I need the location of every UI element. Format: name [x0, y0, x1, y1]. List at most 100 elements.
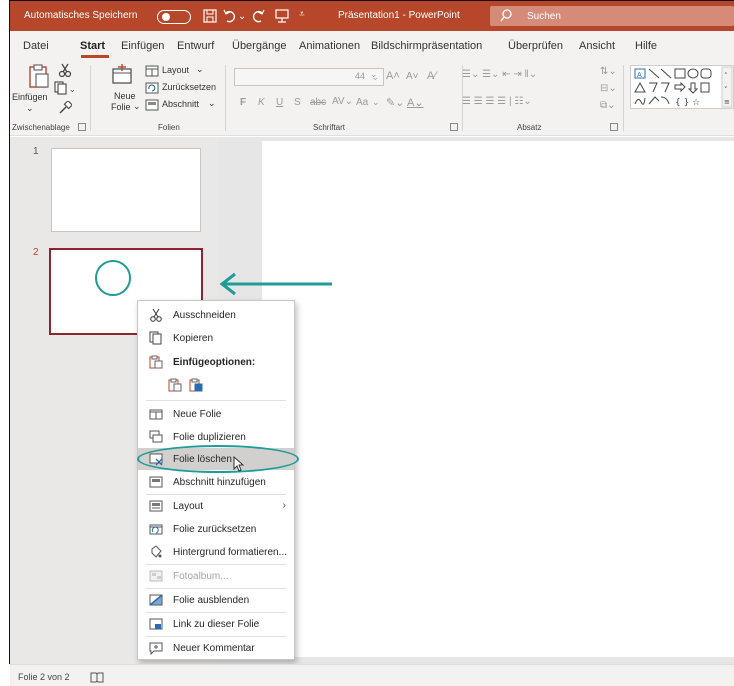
paste-label[interactable]: Einfügen [12, 92, 48, 102]
bold-button[interactable]: F [240, 97, 246, 108]
layout-label[interactable]: Layout [162, 65, 189, 75]
align-text-icon[interactable]: ⊟⌄ [600, 83, 617, 94]
format-painter-icon[interactable] [58, 99, 74, 120]
redo-icon[interactable] [250, 7, 266, 25]
menu-item-add-section[interactable]: Abschnitt hinzufügen [138, 471, 294, 493]
italic-button[interactable]: K [258, 97, 265, 108]
presentation-icon[interactable] [274, 7, 290, 25]
paste-icon[interactable] [26, 63, 52, 94]
frame-border [9, 0, 10, 664]
font-dialog-launcher[interactable] [450, 123, 458, 131]
tab-ueberpruefen[interactable]: Überprüfen [508, 40, 563, 52]
tab-datei[interactable]: Datei [23, 40, 49, 52]
accessibility-icon[interactable] [90, 670, 104, 686]
cut-icon[interactable] [58, 63, 72, 82]
shapes-gallery[interactable]: A { } ☆ ˄ ˅ ≡ [630, 65, 734, 109]
tab-einfuegen[interactable]: Einfügen [121, 40, 164, 52]
menu-label-hide-slide: Folie ausblenden [173, 595, 250, 606]
menu-item-link-slide[interactable]: Link zu dieser Folie [138, 613, 294, 635]
svg-text:˄: ˄ [724, 72, 728, 80]
save-icon[interactable] [202, 7, 218, 25]
paste-keep-format-icon[interactable] [168, 378, 182, 392]
menu-item-layout[interactable]: Layout › [138, 495, 294, 517]
tab-entwurf[interactable]: Entwurf [177, 40, 214, 52]
format-background-icon [149, 545, 163, 559]
menu-label-layout: Layout [173, 501, 204, 512]
underline-button[interactable]: U [276, 97, 283, 108]
mouse-cursor-icon [233, 456, 245, 472]
undo-dropdown-icon[interactable]: ⌄ [238, 11, 246, 22]
section-label[interactable]: Abschnitt [162, 99, 199, 109]
paste-icon [149, 355, 163, 369]
menu-label-cut: Ausschneiden [173, 310, 236, 321]
slide-canvas[interactable] [262, 141, 734, 657]
tab-bildschirmpraesentation[interactable]: Bildschirmpräsentation [371, 40, 482, 52]
tab-animationen[interactable]: Animationen [299, 40, 360, 52]
search-box[interactable]: Suchen [490, 6, 734, 26]
new-slide-icon[interactable] [110, 63, 134, 92]
tab-ansicht[interactable]: Ansicht [579, 40, 615, 52]
layout-dropdown-icon[interactable]: ⌄ [196, 64, 204, 75]
copy-icon[interactable]: ⌄ [54, 81, 76, 100]
clear-formatting-icon[interactable]: A⁄ [427, 70, 436, 82]
context-menu: Ausschneiden Kopieren Einfügeoptionen: N… [137, 300, 295, 660]
undo-icon[interactable] [222, 7, 238, 25]
toggle-knob [162, 13, 170, 21]
tab-uebergaenge[interactable]: Übergänge [232, 40, 286, 52]
autosave-toggle[interactable] [157, 10, 191, 24]
reset-slide-icon [149, 522, 163, 536]
shadow-button[interactable]: S [294, 97, 301, 108]
menu-item-paste-options: Einfügeoptionen: [138, 351, 294, 373]
bullets-icon[interactable]: ☰⌄ ☰⌄ ⇤ ⇥ ‖⌄ [462, 69, 537, 80]
section-dropdown-icon[interactable]: ⌄ [208, 98, 216, 109]
new-slide-label-1[interactable]: Neue [114, 91, 136, 101]
customize-toolbar-icon[interactable]: ⩡ [299, 9, 305, 20]
photo-album-icon [149, 569, 163, 583]
menu-item-cut[interactable]: Ausschneiden [138, 304, 294, 326]
paragraph-dialog-launcher[interactable] [610, 123, 618, 131]
section-icon[interactable] [145, 98, 159, 116]
font-color-icon[interactable]: A⌄ [407, 96, 424, 109]
menu-label-format-background: Hintergrund formatieren... [173, 547, 287, 558]
grow-font-icon[interactable]: A˄ [386, 70, 400, 82]
highlight-icon[interactable]: ✎⌄ [386, 96, 404, 109]
annotation-circle [95, 260, 131, 296]
hide-slide-icon [149, 593, 163, 607]
annotation-arrow-icon [219, 272, 332, 296]
new-slide-dropdown-icon[interactable]: ⌄ [133, 101, 141, 112]
change-case-dropdown-icon[interactable]: ⌄ [372, 97, 380, 108]
slide-count-status: Folie 2 von 2 [18, 672, 70, 682]
align-icons[interactable]: ☰ ☰ ☰ ☰ | ☷⌄ [462, 96, 532, 107]
new-slide-label-2[interactable]: Folie [111, 102, 131, 112]
paste-dropdown-icon[interactable]: ⌄ [26, 103, 34, 114]
change-case-button[interactable]: Aa [356, 97, 368, 108]
menu-item-new-slide[interactable]: Neue Folie [138, 403, 294, 425]
reset-label[interactable]: Zurücksetzen [162, 82, 216, 92]
svg-text:≡: ≡ [724, 98, 730, 106]
menu-item-format-background[interactable]: Hintergrund formatieren... [138, 541, 294, 563]
paste-picture-icon[interactable] [189, 378, 203, 392]
slide-thumbnail-1[interactable] [51, 148, 201, 232]
menu-item-hide-slide[interactable]: Folie ausblenden [138, 589, 294, 611]
menu-item-new-comment[interactable]: Neuer Kommentar [138, 637, 294, 659]
char-spacing-icon[interactable]: AV⌄ [332, 96, 353, 107]
strikethrough-icon[interactable]: abc [310, 97, 326, 108]
font-size-dropdown-icon[interactable]: ⌄ [370, 69, 378, 80]
search-placeholder: Suchen [527, 11, 561, 22]
menu-item-photo-album: Fotoalbum... [138, 565, 294, 587]
ribbon-separator [225, 65, 226, 131]
ribbon: Einfügen ⌄ ⌄ Zwischenablage Neue Folie ⌄… [10, 59, 734, 136]
reset-icon[interactable] [145, 81, 159, 99]
text-direction-icon[interactable]: ⇅⌄ [600, 66, 617, 77]
layout-icon[interactable] [145, 64, 159, 82]
shrink-font-icon[interactable]: A˅ [406, 71, 419, 82]
font-size-value[interactable]: 44 [355, 71, 365, 81]
menu-label-copy: Kopieren [173, 333, 214, 344]
menu-item-copy[interactable]: Kopieren [138, 327, 294, 349]
smartart-icon[interactable]: ⧉⌄ [600, 100, 616, 111]
tab-start[interactable]: Start [80, 40, 105, 52]
tab-hilfe[interactable]: Hilfe [635, 40, 657, 52]
clipboard-dialog-launcher[interactable] [78, 123, 86, 131]
active-tab-indicator [81, 55, 109, 58]
menu-item-reset-slide[interactable]: Folie zurücksetzen [138, 518, 294, 540]
